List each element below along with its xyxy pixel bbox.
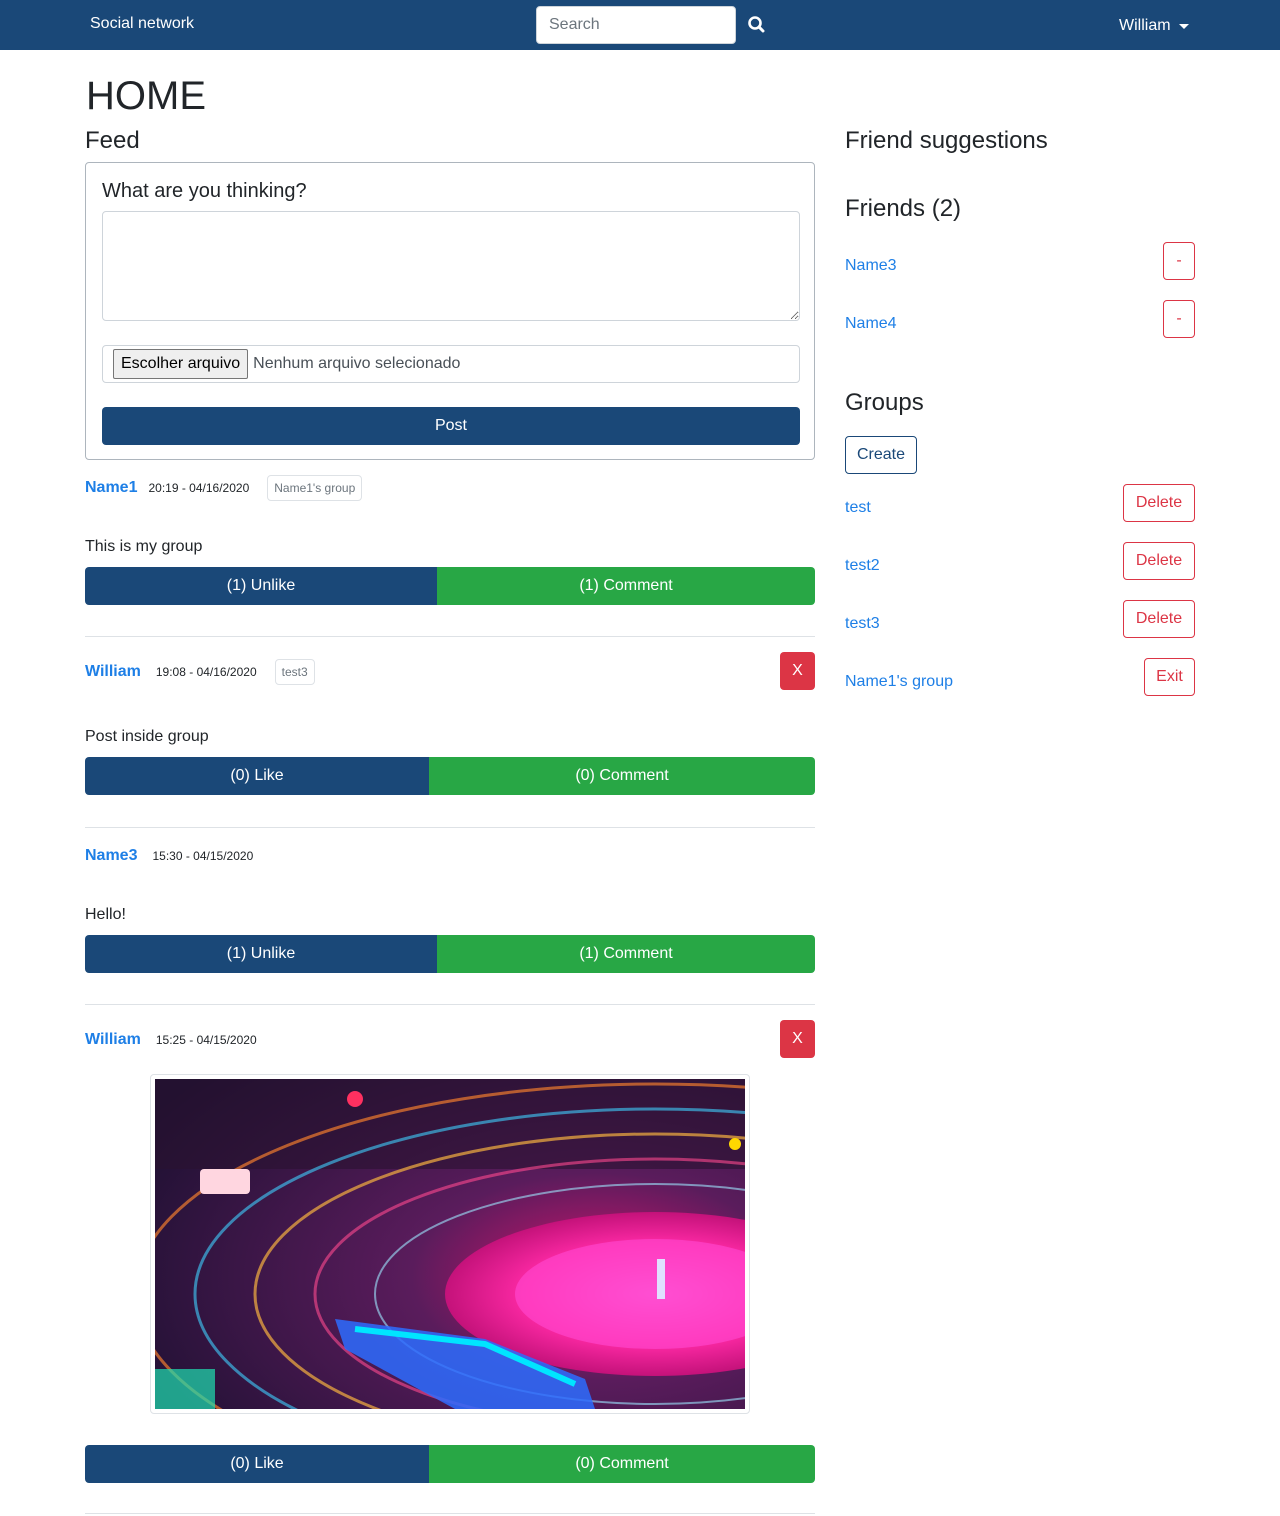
post-author[interactable]: Name1 xyxy=(85,479,137,497)
create-group-button[interactable]: Create xyxy=(845,436,917,474)
friend-link[interactable]: Name4 xyxy=(845,315,897,333)
divider xyxy=(85,636,815,637)
post: Name3 15:30 - 04/15/2020 Hello! (1) Unli… xyxy=(85,836,815,973)
post: William 19:08 - 04/16/2020 test3 X Post … xyxy=(85,652,815,795)
comment-button[interactable]: (1) Comment xyxy=(437,935,815,973)
compose-textarea[interactable] xyxy=(102,211,800,321)
group-link[interactable]: Name1's group xyxy=(845,673,953,691)
groups-title: Groups xyxy=(845,389,924,416)
group-link[interactable]: test xyxy=(845,499,871,517)
search-icon[interactable] xyxy=(746,14,768,36)
comment-button[interactable]: (1) Comment xyxy=(437,567,815,605)
post-button[interactable]: Post xyxy=(102,407,800,445)
post-author[interactable]: William xyxy=(85,663,141,681)
delete-group-button[interactable]: Delete xyxy=(1123,484,1195,522)
exit-group-button[interactable]: Exit xyxy=(1144,658,1195,696)
feed-title: Feed xyxy=(85,127,140,154)
post-actions: (0) Like (0) Comment xyxy=(85,757,815,795)
brand-link[interactable]: Social network xyxy=(90,15,194,33)
post-actions: (1) Unlike (1) Comment xyxy=(85,935,815,973)
turntable-image xyxy=(155,1079,745,1409)
divider xyxy=(85,1004,815,1005)
post-time: 20:19 - 04/16/2020 xyxy=(148,481,250,495)
delete-post-button[interactable]: X xyxy=(780,652,815,690)
like-button[interactable]: (1) Unlike xyxy=(85,935,437,973)
post-actions: (1) Unlike (1) Comment xyxy=(85,567,815,605)
post-image xyxy=(150,1074,750,1414)
friend-suggestions-title: Friend suggestions xyxy=(845,127,1048,154)
delete-group-button[interactable]: Delete xyxy=(1123,600,1195,638)
group-link[interactable]: test3 xyxy=(845,615,880,633)
caret-down-icon xyxy=(1178,24,1189,29)
post-text: This is my group xyxy=(85,538,203,555)
post-time: 15:25 - 04/15/2020 xyxy=(155,1033,257,1047)
post-author[interactable]: William xyxy=(85,1031,141,1049)
group-badge[interactable]: test3 xyxy=(274,659,315,685)
delete-post-button[interactable]: X xyxy=(780,1020,815,1058)
divider xyxy=(85,1513,815,1514)
post-time: 15:30 - 04/15/2020 xyxy=(152,849,254,863)
post-text: Hello! xyxy=(85,906,126,923)
divider xyxy=(85,827,815,828)
search-input[interactable] xyxy=(536,6,736,44)
remove-friend-button[interactable]: - xyxy=(1163,242,1195,280)
post-actions: (0) Like (0) Comment xyxy=(85,1445,815,1483)
choose-file-button[interactable]: Escolher arquivo xyxy=(113,349,249,379)
delete-group-button[interactable]: Delete xyxy=(1123,542,1195,580)
comment-button[interactable]: (0) Comment xyxy=(429,1445,815,1483)
group-link[interactable]: test2 xyxy=(845,557,880,575)
user-menu[interactable]: William xyxy=(1119,17,1189,35)
like-button[interactable]: (0) Like xyxy=(85,757,429,795)
post-time: 19:08 - 04/16/2020 xyxy=(155,665,257,679)
file-status: Nenhum arquivo selecionado xyxy=(253,355,461,372)
like-button[interactable]: (0) Like xyxy=(85,1445,429,1483)
navbar: Social network William xyxy=(0,0,1280,50)
post-author[interactable]: Name3 xyxy=(85,847,137,865)
group-badge[interactable]: Name1's group xyxy=(267,475,363,501)
friend-link[interactable]: Name3 xyxy=(845,257,897,275)
compose-label: What are you thinking? xyxy=(102,180,307,202)
post-text: Post inside group xyxy=(85,728,209,745)
page-title: HOME xyxy=(86,74,206,118)
compose-card: What are you thinking? Escolher arquivo … xyxy=(85,162,815,460)
remove-friend-button[interactable]: - xyxy=(1163,300,1195,338)
friends-title: Friends (2) xyxy=(845,195,962,222)
like-button[interactable]: (1) Unlike xyxy=(85,567,437,605)
comment-button[interactable]: (0) Comment xyxy=(429,757,815,795)
file-input[interactable]: Escolher arquivo Nenhum arquivo selecion… xyxy=(102,345,800,383)
post: Name1 20:19 - 04/16/2020 Name1's group T… xyxy=(85,468,815,605)
user-name: William xyxy=(1119,17,1171,34)
post: William 15:25 - 04/15/2020 X (0) Like (0… xyxy=(85,1020,815,1490)
